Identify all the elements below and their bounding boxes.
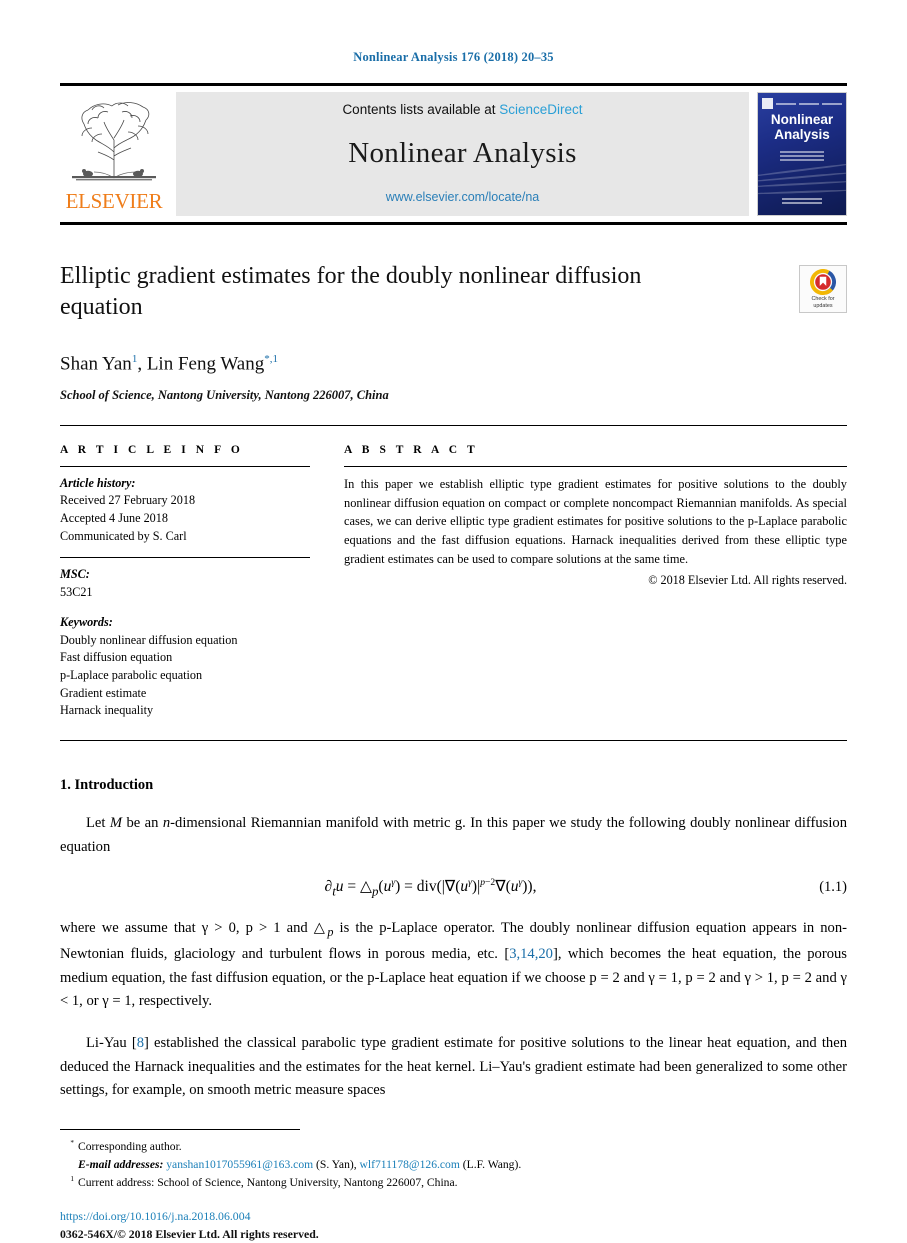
- affiliation: School of Science, Nantong University, N…: [60, 387, 389, 402]
- display-equation-1-1: ∂tu = △p(uγ) = div(|∇(uγ)|p−2∇(uγ)), (1.…: [60, 877, 847, 899]
- contents-available-line: Contents lists available at ScienceDirec…: [342, 102, 582, 117]
- intro-p1-part-c: -dimensional Riemannian manifold with me…: [60, 814, 847, 855]
- title-block: Elliptic gradient estimates for the doub…: [60, 261, 847, 403]
- equation-1-1-number: (1.1): [819, 879, 847, 896]
- intro-p2-pre: where we assume that γ > 0, p > 1 and △: [60, 920, 328, 937]
- sciencedirect-link[interactable]: ScienceDirect: [499, 102, 582, 117]
- intro-p1-part-b: be an: [122, 814, 163, 831]
- journal-band: Contents lists available at ScienceDirec…: [176, 92, 749, 216]
- abstract-heading: A B S T R A C T: [344, 443, 479, 456]
- citation-8[interactable]: 8: [137, 1035, 144, 1051]
- contents-prefix: Contents lists available at: [342, 102, 500, 117]
- keywords-block: Keywords: Doubly nonlinear diffusion equ…: [60, 614, 310, 720]
- msc-block: MSC: 53C21: [60, 566, 310, 601]
- history-accepted: Accepted 4 June 2018: [60, 511, 168, 526]
- keywords-label: Keywords:: [60, 614, 113, 629]
- footnote-corresponding-author: * Corresponding author.: [60, 1138, 847, 1156]
- intro-p3-pre: Li-Yau [: [86, 1035, 137, 1052]
- corresponding-author-mark: *: [70, 1139, 74, 1148]
- elsevier-wordmark: ELSEVIER: [65, 189, 163, 213]
- intro-p3-post: ] established the classical parabolic ty…: [60, 1035, 847, 1099]
- cover-subtitle-lines: [758, 149, 846, 163]
- article-history-label: Article history:: [60, 475, 136, 490]
- section-heading-introduction: 1. Introduction: [60, 776, 154, 793]
- footnote-1-text: Current address: School of Science, Nant…: [78, 1175, 458, 1189]
- author-name-2[interactable]: Lin Feng Wang: [147, 354, 264, 375]
- msc-rule: [60, 557, 310, 559]
- corresponding-author-text: Corresponding author.: [78, 1139, 182, 1153]
- info-section-top-rule: [60, 424, 847, 426]
- article-first-page: Nonlinear Analysis 176 (2018) 20–35 ELSE…: [0, 0, 907, 1241]
- history-received: Received 27 February 2018: [60, 493, 196, 508]
- email-2-owner: (L.F. Wang).: [462, 1157, 522, 1171]
- check-for-updates-icon: [810, 268, 836, 295]
- journal-cover-thumbnail[interactable]: Nonlinear Analysis: [757, 92, 847, 216]
- keyword-item: Harnack inequality: [60, 703, 154, 718]
- author-2-footnote-mark: *,1: [264, 353, 278, 366]
- footnote-rule: [60, 1128, 300, 1130]
- keyword-item: Doubly nonlinear diffusion equation: [60, 632, 238, 647]
- abstract-copyright: © 2018 Elsevier Ltd. All rights reserved…: [648, 572, 847, 587]
- author-separator: ,: [137, 353, 147, 375]
- author-name-1[interactable]: Shan Yan: [60, 354, 132, 375]
- footnote-current-address: 1 Current address: School of Science, Nan…: [60, 1174, 847, 1192]
- abstract-text: In this paper we establish elliptic type…: [344, 476, 847, 567]
- page-title: Elliptic gradient estimates for the doub…: [60, 263, 642, 321]
- equation-1-1-body: ∂tu = △p(uγ) = div(|∇(uγ)|p−2∇(uγ)),: [324, 877, 537, 899]
- keyword-item: p-Laplace parabolic equation: [60, 667, 203, 682]
- keyword-item: Gradient estimate: [60, 685, 147, 700]
- journal-title: Nonlinear Analysis: [348, 137, 577, 169]
- cover-title: Nonlinear Analysis: [758, 112, 846, 142]
- article-info-heading: A R T I C L E I N F O: [60, 443, 244, 456]
- email-1-owner: (S. Yan),: [316, 1157, 357, 1171]
- journal-homepage-link[interactable]: www.elsevier.com/locate/na: [386, 190, 540, 204]
- footnote-block: * Corresponding author. E-mail addresses:…: [60, 1138, 847, 1192]
- crossmark-badge[interactable]: Check for updates: [799, 265, 847, 313]
- article-info-rule: [60, 465, 310, 467]
- info-section-bottom-rule: [60, 739, 847, 741]
- running-head: Nonlinear Analysis 176 (2018) 20–35: [353, 50, 554, 64]
- abstract-rule: [344, 465, 847, 467]
- abstract-column: A B S T R A C T In this paper we establi…: [344, 444, 847, 720]
- citation-3-14-20[interactable]: 3,14,20: [509, 946, 553, 962]
- history-communicated: Communicated by S. Carl: [60, 528, 187, 543]
- doi-link[interactable]: https://doi.org/10.1016/j.na.2018.06.004: [60, 1208, 847, 1226]
- crossmark-label-line2: updates: [813, 302, 833, 309]
- journal-masthead: ELSEVIER Contents lists available at Sci…: [60, 83, 847, 225]
- author-list: Shan Yan1, Lin Feng Wang*,1: [60, 353, 799, 375]
- cover-title-line1: Nonlinear: [770, 112, 834, 127]
- info-abstract-columns: A R T I C L E I N F O Article history: R…: [60, 444, 847, 720]
- intro-p1-part-a: Let: [86, 814, 110, 831]
- article-history-block: Article history: Received 27 February 20…: [60, 475, 310, 546]
- cover-footer-lines: [758, 196, 846, 206]
- elsevier-logo: ELSEVIER: [60, 92, 168, 216]
- elsevier-tree-icon: [68, 94, 160, 182]
- cover-header-row: [762, 97, 842, 110]
- article-info-column: A R T I C L E I N F O Article history: R…: [60, 444, 310, 720]
- email-link-2[interactable]: wlf711178@126.com: [360, 1158, 460, 1171]
- footnote-emails: E-mail addresses: yanshan1017055961@163.…: [60, 1156, 847, 1174]
- footnote-1-mark: 1: [70, 1175, 74, 1184]
- email-link-1[interactable]: yanshan1017055961@163.com: [166, 1158, 313, 1171]
- intro-paragraph-2: where we assume that γ > 0, p > 1 and △p…: [60, 917, 847, 1014]
- msc-value: 53C21: [60, 585, 93, 600]
- crossmark-label: Check for updates: [811, 296, 834, 310]
- msc-label: MSC:: [60, 567, 90, 582]
- intro-paragraph-3: Li-Yau [8] established the classical par…: [60, 1032, 847, 1103]
- cover-elsevier-mark-icon: [762, 98, 773, 109]
- symbol-manifold-M: M: [109, 814, 123, 831]
- issn-copyright-line: 0362-546X/© 2018 Elsevier Ltd. All right…: [60, 1226, 319, 1241]
- keyword-item: Fast diffusion equation: [60, 650, 173, 665]
- crossmark-label-line1: Check for: [811, 295, 835, 302]
- cover-title-line2: Analysis: [774, 126, 830, 142]
- email-addresses-label: E-mail addresses:: [78, 1157, 164, 1171]
- intro-paragraph-1: Let M be an n-dimensional Riemannian man…: [60, 812, 847, 859]
